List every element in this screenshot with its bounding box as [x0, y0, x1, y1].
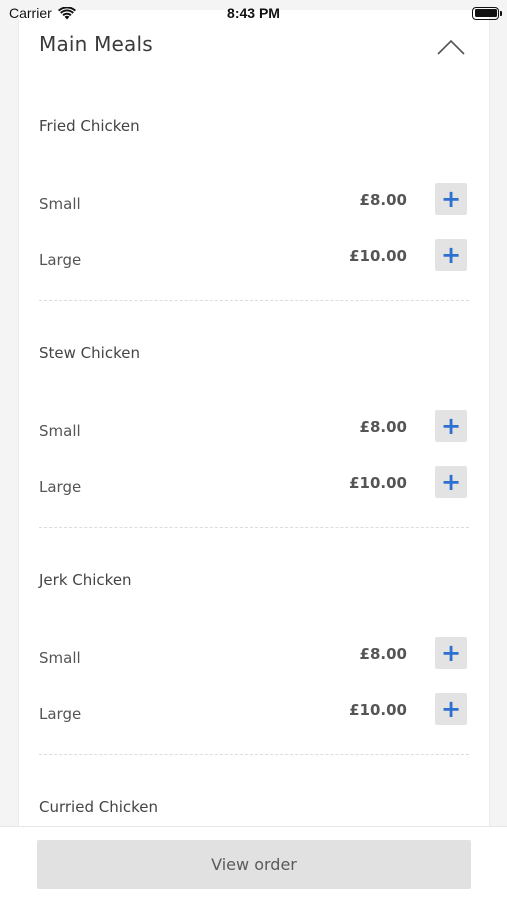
- size-label: Small: [39, 195, 81, 213]
- item-name: Curried Chicken: [39, 798, 159, 816]
- battery-icon: [472, 6, 502, 20]
- status-bar: Carrier 8:43 PM: [0, 0, 507, 26]
- chevron-up-icon[interactable]: [437, 38, 465, 56]
- item-name: Jerk Chicken: [39, 571, 132, 589]
- price: £10.00: [349, 474, 407, 492]
- divider: [39, 527, 469, 528]
- add-button[interactable]: +: [435, 410, 467, 442]
- size-label: Small: [39, 649, 81, 667]
- add-button[interactable]: +: [435, 183, 467, 215]
- price: £8.00: [359, 191, 407, 209]
- size-label: Large: [39, 251, 82, 269]
- view-order-button[interactable]: View order: [37, 840, 471, 889]
- add-button[interactable]: +: [435, 239, 467, 271]
- section-header[interactable]: Main Meals: [39, 32, 469, 62]
- price: £8.00: [359, 645, 407, 663]
- add-button[interactable]: +: [435, 693, 467, 725]
- menu-card: Main Meals Fried Chicken Small £8.00 + L…: [18, 10, 490, 840]
- size-label: Small: [39, 422, 81, 440]
- size-label: Large: [39, 705, 82, 723]
- divider: [39, 754, 469, 755]
- item-name: Stew Chicken: [39, 344, 140, 362]
- section-title: Main Meals: [39, 32, 153, 56]
- footer: View order: [0, 826, 507, 900]
- size-label: Large: [39, 478, 82, 496]
- add-button[interactable]: +: [435, 637, 467, 669]
- divider: [39, 300, 469, 301]
- price: £10.00: [349, 701, 407, 719]
- price: £8.00: [359, 418, 407, 436]
- item-name: Fried Chicken: [39, 117, 140, 135]
- price: £10.00: [349, 247, 407, 265]
- add-button[interactable]: +: [435, 466, 467, 498]
- status-time: 8:43 PM: [227, 5, 280, 21]
